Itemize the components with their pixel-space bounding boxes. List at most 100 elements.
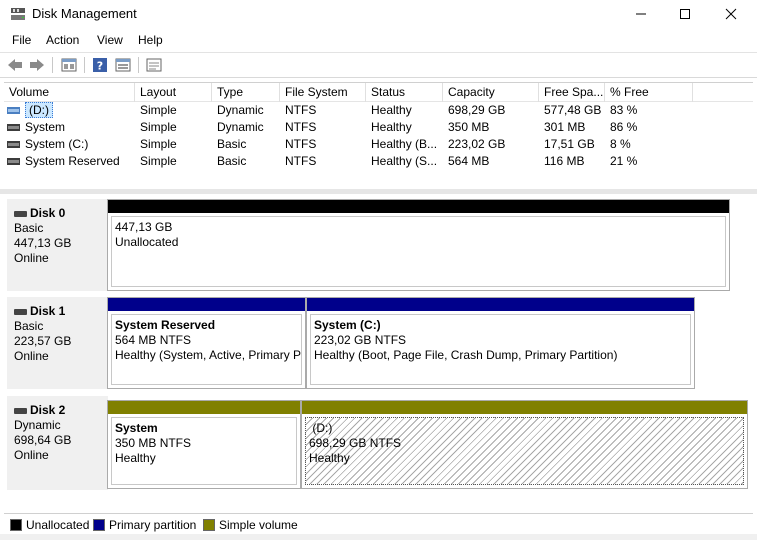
volume-name: (D:): [25, 102, 53, 118]
volume-status: Healthy: [371, 120, 412, 134]
volume-type: Basic: [217, 154, 247, 168]
maximize-button[interactable]: [662, 0, 708, 28]
volume-layout: Simple: [140, 103, 177, 117]
help-button[interactable]: ?: [91, 56, 109, 74]
show-hide-console-button[interactable]: [114, 56, 132, 74]
status-bar: [0, 534, 757, 540]
partition-d[interactable]: (D:) 698,29 GB NTFS Healthy: [301, 400, 748, 489]
legend-primary-partition: Primary partition: [93, 518, 196, 532]
partition-status: Healthy (System, Active, Primary P: [115, 348, 302, 362]
drive-icon: [14, 407, 27, 414]
volume-layout: Simple: [140, 120, 177, 134]
volume-file-system: NTFS: [285, 137, 317, 151]
disk-0-label[interactable]: Disk 0 Basic 447,13 GB Online: [7, 199, 108, 291]
list-icon: [146, 58, 162, 72]
partition-size: 350 MB NTFS: [115, 436, 192, 450]
table-row[interactable]: System Simple Dynamic NTFS Healthy 350 M…: [4, 119, 753, 136]
legend-simple-volume: Simple volume: [203, 518, 298, 532]
show-hide-console-icon: [115, 58, 131, 72]
volume-icon: [7, 107, 20, 114]
column-capacity[interactable]: Capacity: [443, 83, 539, 102]
partition-system-c[interactable]: System (C:) 223,02 GB NTFS Healthy (Boot…: [306, 297, 695, 389]
drive-icon: [14, 308, 27, 315]
disk-management-icon: [11, 8, 25, 20]
disk-1-label[interactable]: Disk 1 Basic 223,57 GB Online: [7, 297, 108, 389]
volume-capacity: 350 MB: [448, 120, 490, 134]
column-free-space[interactable]: Free Spa...: [539, 83, 605, 102]
primary-partition-bar: [108, 298, 305, 311]
list-button[interactable]: [145, 56, 163, 74]
menu-view[interactable]: View: [97, 33, 123, 47]
minimize-button[interactable]: [618, 0, 664, 28]
partition-size: 223,02 GB NTFS: [314, 333, 407, 347]
svg-text:?: ?: [97, 60, 103, 73]
disk-state: Online: [14, 251, 49, 265]
menu-action[interactable]: Action: [46, 33, 79, 47]
properties-button[interactable]: [60, 56, 78, 74]
partition-status: Unallocated: [115, 235, 179, 249]
window-title: Disk Management: [32, 6, 137, 21]
table-row[interactable]: System Reserved Simple Basic NTFS Health…: [4, 153, 753, 170]
volume-file-system: NTFS: [285, 103, 317, 117]
simple-volume-bar: [302, 401, 747, 414]
volume-free-space: 17,51 GB: [544, 137, 595, 151]
partition-system[interactable]: System 350 MB NTFS Healthy: [107, 400, 301, 489]
close-button[interactable]: [708, 0, 754, 28]
partition-size: 447,13 GB: [115, 220, 173, 234]
partition-title: (D:): [312, 421, 333, 435]
volume-file-system: NTFS: [285, 120, 317, 134]
disk-name: Disk 0: [30, 206, 66, 220]
menu-file[interactable]: File: [12, 33, 31, 47]
volume-percent-free: 21 %: [610, 154, 638, 168]
disk-state: Online: [14, 349, 49, 363]
forward-button[interactable]: [28, 56, 46, 74]
volume-icon: [7, 124, 20, 131]
simple-volume-bar: [108, 401, 300, 414]
volume-layout: Simple: [140, 154, 177, 168]
properties-icon: [61, 58, 77, 72]
disk-2-label[interactable]: Disk 2 Dynamic 698,64 GB Online: [7, 396, 108, 490]
disk-type: Dynamic: [14, 418, 61, 432]
minimize-icon: [636, 13, 646, 15]
column-volume[interactable]: Volume: [4, 83, 135, 102]
back-arrow-icon: [8, 59, 22, 71]
column-type[interactable]: Type: [212, 83, 280, 102]
disk-type: Basic: [14, 319, 44, 333]
volume-layout: Simple: [140, 137, 177, 151]
close-icon: [725, 8, 737, 20]
legend-swatch: [203, 519, 215, 531]
help-icon: ?: [93, 58, 107, 73]
volume-name: System: [25, 120, 66, 134]
legend: Unallocated Primary partition Simple vol…: [4, 513, 753, 534]
column-file-system[interactable]: File System: [280, 83, 366, 102]
disk-type: Basic: [14, 221, 44, 235]
volume-list: Volume Layout Type File System Status Ca…: [4, 82, 753, 188]
forward-arrow-icon: [30, 59, 44, 71]
partition-system-reserved[interactable]: System Reserved 564 MB NTFS Healthy (Sys…: [107, 297, 306, 389]
volume-free-space: 116 MB: [544, 154, 585, 168]
volume-capacity: 564 MB: [448, 154, 490, 168]
title-bar: Disk Management: [0, 0, 757, 28]
volume-free-space: 577,48 GB: [544, 103, 602, 117]
volume-list-header: Volume Layout Type File System Status Ca…: [4, 83, 753, 102]
disk-name: Disk 2: [30, 403, 66, 417]
volume-type: Basic: [217, 137, 247, 151]
partition-status: Healthy (Boot, Page File, Crash Dump, Pr…: [314, 348, 618, 362]
column-layout[interactable]: Layout: [135, 83, 212, 102]
volume-icon: [7, 141, 20, 148]
table-row[interactable]: (D:) Simple Dynamic NTFS Healthy 698,29 …: [4, 102, 753, 119]
volume-file-system: NTFS: [285, 154, 317, 168]
table-row[interactable]: System (C:) Simple Basic NTFS Healthy (B…: [4, 136, 753, 153]
disk-size: 223,57 GB: [14, 334, 72, 348]
drive-icon: [14, 210, 27, 217]
back-button[interactable]: [6, 56, 24, 74]
partition-unallocated[interactable]: 447,13 GB Unallocated: [107, 199, 730, 291]
partition-title: System Reserved: [115, 318, 216, 332]
column-status[interactable]: Status: [366, 83, 443, 102]
volume-free-space: 301 MB: [544, 120, 586, 134]
volume-capacity: 223,02 GB: [448, 137, 506, 151]
legend-unallocated: Unallocated: [10, 518, 89, 532]
partition-status: Healthy: [115, 451, 156, 465]
menu-help[interactable]: Help: [138, 33, 163, 47]
column-percent-free[interactable]: % Free: [605, 83, 693, 102]
